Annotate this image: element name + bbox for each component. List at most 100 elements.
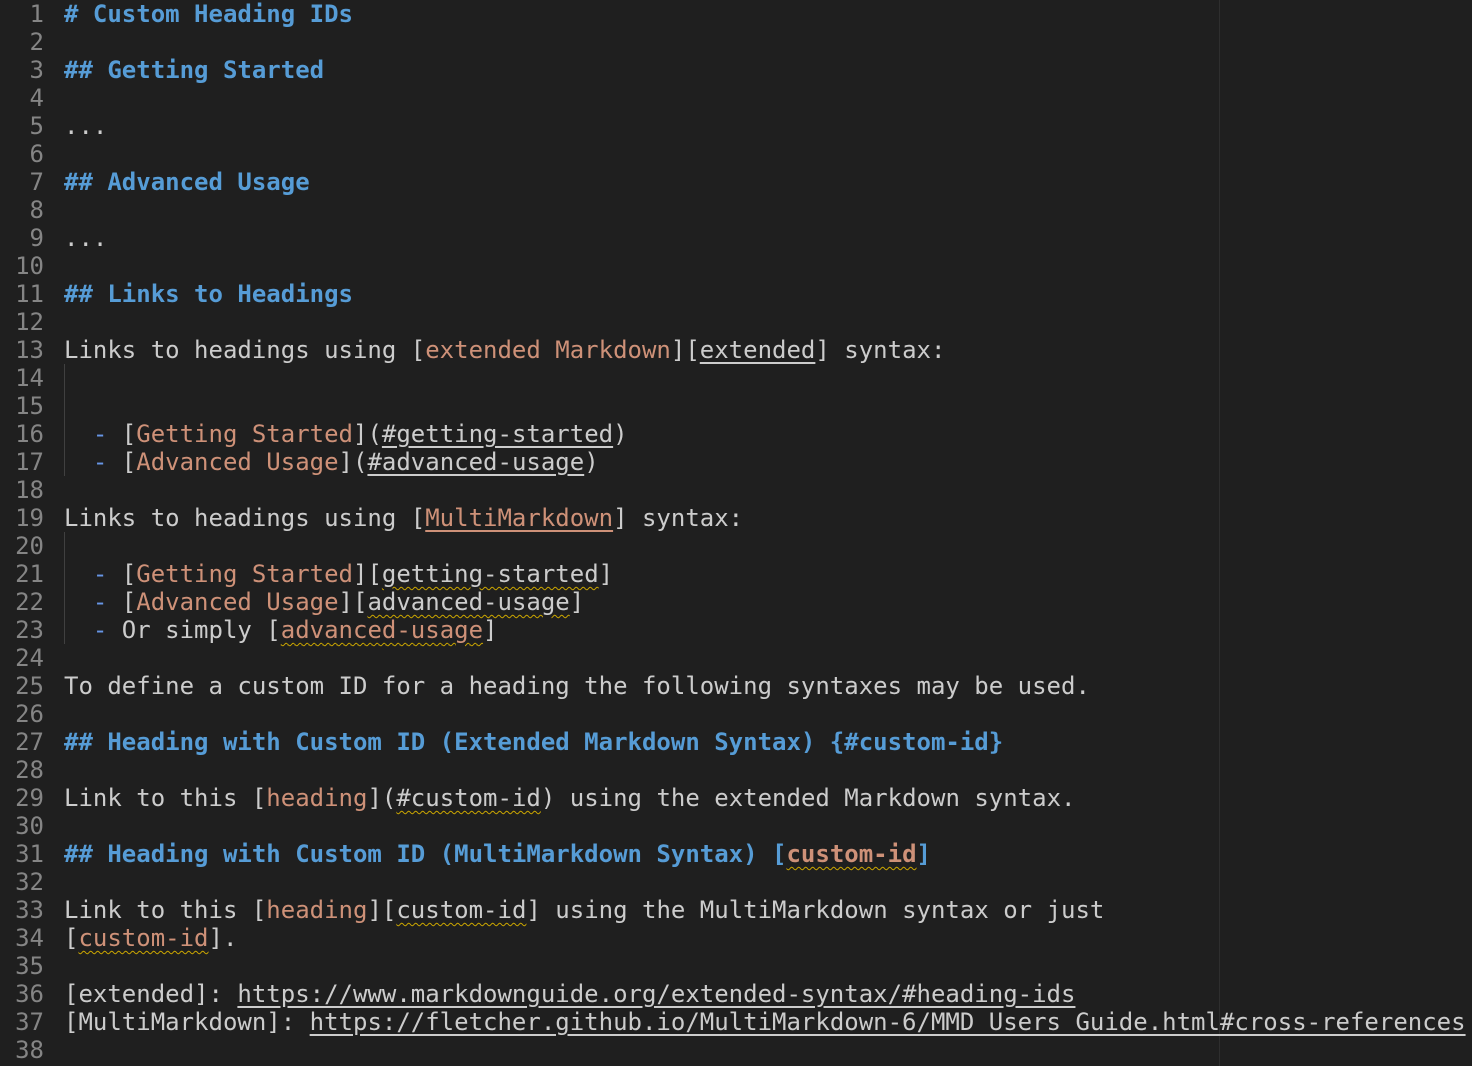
line-number: 28: [15, 756, 44, 784]
line-number: 33: [15, 896, 44, 924]
line-number: 29: [15, 784, 44, 812]
code-token: ...: [64, 112, 108, 140]
code-token: ## Advanced Usage: [64, 168, 310, 196]
code-token: -: [64, 448, 122, 476]
code-token: [: [121, 560, 137, 588]
line-number: 10: [15, 252, 44, 280]
code-token: advanced-usage: [280, 616, 484, 644]
code-token: custom-id: [396, 896, 527, 924]
code-token: Link to this [: [64, 784, 267, 812]
code-token: #custom-id: [396, 784, 541, 812]
code-token: ## Heading with Custom ID (MultiMarkdown…: [64, 840, 787, 868]
code-token: # Custom Heading IDs: [64, 0, 353, 28]
code-token: https://www.markdownguide.org/extended-s…: [237, 980, 1076, 1008]
line-number: 36: [15, 980, 44, 1008]
code-token: ][: [353, 560, 382, 588]
line-number: 38: [15, 1036, 44, 1064]
line-number: 17: [15, 448, 44, 476]
code-token: ...: [64, 224, 108, 252]
code-token: extended Markdown: [425, 336, 671, 364]
code-token: ): [613, 420, 628, 448]
code-token: custom-id: [78, 924, 209, 952]
code-token: ] syntax:: [613, 504, 744, 532]
line-number: 7: [29, 168, 44, 196]
line-number: 1: [29, 0, 44, 28]
line-number: 3: [29, 56, 44, 84]
line-content: Link to this [heading][custom-id] using …: [64, 896, 1104, 924]
code-token: [: [121, 448, 137, 476]
code-token: custom-id: [786, 840, 917, 868]
code-token: -: [64, 560, 122, 588]
code-token: To define a custom ID for a heading the …: [64, 672, 1090, 700]
code-token: https://fletcher.github.io/MultiMarkdown…: [309, 1008, 1466, 1036]
line-content: [MultiMarkdown]: https://fletcher.github…: [64, 1008, 1466, 1036]
code-token: ](: [367, 784, 397, 812]
line-number: 27: [15, 728, 44, 756]
line-number: 12: [15, 308, 44, 336]
code-token: [: [64, 924, 79, 952]
code-token: ) using the extended Markdown syntax.: [540, 784, 1076, 812]
line-number: 14: [15, 364, 44, 392]
line-number: 20: [15, 532, 44, 560]
code-token: Links to headings using [: [64, 504, 426, 532]
code-token: -: [64, 588, 122, 616]
code-token: heading: [266, 784, 368, 812]
code-token: ## Heading with Custom ID (Extended Mark…: [64, 728, 1004, 756]
line-number: 37: [15, 1008, 44, 1036]
line-content: # Custom Heading IDs: [64, 0, 353, 28]
line-content: Links to headings using [extended Markdo…: [64, 336, 945, 364]
code-token: getting-started: [381, 560, 599, 588]
code-token: Getting Started: [136, 420, 353, 448]
line-content: ## Heading with Custom ID (MultiMarkdown…: [64, 840, 931, 868]
code-token: -: [64, 420, 122, 448]
code-token: Advanced Usage: [136, 588, 339, 616]
line-number: 25: [15, 672, 44, 700]
code-token: [extended]:: [64, 980, 238, 1008]
code-token: [MultiMarkdown]:: [64, 1008, 310, 1036]
code-token: MultiMarkdown: [425, 504, 614, 532]
line-number: 13: [15, 336, 44, 364]
line-content: ...: [64, 224, 107, 252]
line-number: 34: [15, 924, 44, 952]
line-content: ## Heading with Custom ID (Extended Mark…: [64, 728, 1003, 756]
line-number: 5: [29, 112, 44, 140]
code-token: ]: [569, 588, 585, 616]
code-token: ](: [338, 448, 368, 476]
code-token: ]: [916, 840, 931, 868]
line-number: 2: [29, 28, 44, 56]
line-number: 18: [15, 476, 44, 504]
code-token: ## Getting Started: [64, 56, 325, 84]
line-number: 6: [29, 140, 44, 168]
line-number: 8: [29, 196, 44, 224]
code-token: ] using the MultiMarkdown syntax or just: [526, 896, 1105, 924]
markdown-editor[interactable]: 1 # Custom Heading IDs 2 3 ## Getting Starte…: [0, 0, 1472, 1066]
line-content: To define a custom ID for a heading the …: [64, 672, 1090, 700]
line-number: 15: [15, 392, 44, 420]
code-token: ][: [338, 588, 368, 616]
line-number: 4: [29, 84, 44, 112]
line-content: ## Links to Headings: [64, 280, 353, 308]
code-token: advanced-usage: [367, 588, 570, 616]
line-content: - [Getting Started][getting-started]: [64, 560, 613, 588]
code-token: Getting Started: [136, 560, 353, 588]
code-token: -: [64, 616, 122, 644]
code-token: Link to this [: [64, 896, 267, 924]
line-number: 21: [15, 560, 44, 588]
code-token: ][: [367, 896, 397, 924]
line-number: 24: [15, 644, 44, 672]
code-token: ].: [208, 924, 238, 952]
code-token: Links to headings using [: [64, 336, 426, 364]
line-content: - [Advanced Usage][advanced-usage]: [64, 588, 584, 616]
line-number: 26: [15, 700, 44, 728]
line-number: 22: [15, 588, 44, 616]
line-number: 11: [15, 280, 44, 308]
line-number: 19: [15, 504, 44, 532]
line-number: 23: [15, 616, 44, 644]
editor-ruler: [1219, 0, 1220, 1066]
line-content: - [Getting Started](#getting-started): [64, 420, 628, 448]
line-content: - [Advanced Usage](#advanced-usage): [64, 448, 599, 476]
code-token: ): [584, 448, 599, 476]
line-content: ## Advanced Usage: [64, 168, 310, 196]
line-content: ## Getting Started: [64, 56, 324, 84]
line-content: Link to this [heading](#custom-id) using…: [64, 784, 1075, 812]
